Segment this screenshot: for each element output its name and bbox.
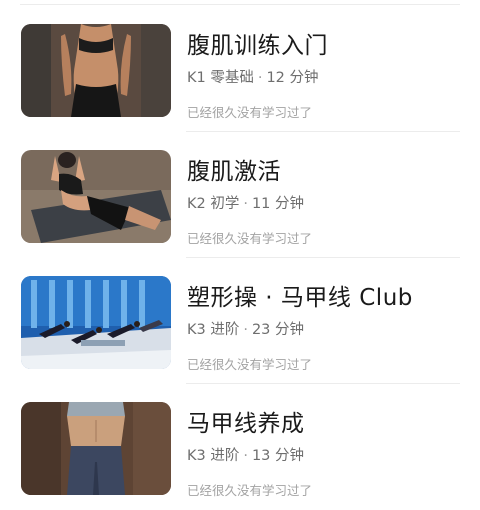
meta-separator: · — [243, 322, 248, 338]
course-item[interactable]: 塑形操 · 马甲线 Club K3 进阶 · 23 分钟 已经很久没有学习过了 — [0, 258, 480, 384]
course-status: 已经很久没有学习过了 — [187, 105, 313, 120]
course-title: 腹肌训练入门 — [187, 33, 328, 59]
course-duration: 11 分钟 — [251, 196, 305, 212]
course-status: 已经很久没有学习过了 — [187, 357, 313, 372]
top-divider — [20, 4, 460, 5]
meta-separator: · — [243, 448, 248, 464]
course-meta: K1 零基础 · 12 分钟 — [187, 66, 319, 87]
course-item[interactable]: 腹肌训练入门 K1 零基础 · 12 分钟 已经很久没有学习过了 — [0, 6, 480, 132]
course-level: K2 初学 — [187, 196, 240, 212]
course-status: 已经很久没有学习过了 — [187, 231, 313, 246]
standing-torso-photo — [21, 24, 171, 117]
course-level: K1 零基础 — [187, 70, 254, 86]
course-title: 腹肌激活 — [187, 159, 281, 185]
course-item[interactable]: 腹肌激活 K2 初学 · 11 分钟 已经很久没有学习过了 — [0, 132, 480, 258]
meta-separator: · — [243, 196, 248, 212]
waist-closeup-photo — [21, 402, 171, 495]
course-meta: K3 进阶 · 13 分钟 — [187, 444, 304, 465]
course-thumbnail — [21, 150, 171, 243]
course-duration: 12 分钟 — [266, 70, 319, 86]
course-status: 已经很久没有学习过了 — [187, 483, 313, 498]
group-class-photo — [21, 276, 171, 369]
course-meta: K2 初学 · 11 分钟 — [187, 192, 304, 213]
course-item[interactable]: 马甲线养成 K3 进阶 · 13 分钟 已经很久没有学习过了 — [0, 384, 480, 510]
course-title: 塑形操 · 马甲线 Club — [187, 285, 413, 311]
course-title: 马甲线养成 — [187, 411, 305, 437]
course-thumbnail — [21, 276, 171, 369]
course-duration: 13 分钟 — [251, 448, 305, 464]
course-level: K3 进阶 — [187, 448, 240, 464]
course-meta: K3 进阶 · 23 分钟 — [187, 318, 304, 339]
course-thumbnail — [21, 402, 171, 495]
course-duration: 23 分钟 — [251, 322, 305, 338]
course-thumbnail — [21, 24, 171, 117]
floor-crunch-photo — [21, 150, 171, 243]
course-level: K3 进阶 — [187, 322, 240, 338]
meta-separator: · — [257, 70, 263, 86]
